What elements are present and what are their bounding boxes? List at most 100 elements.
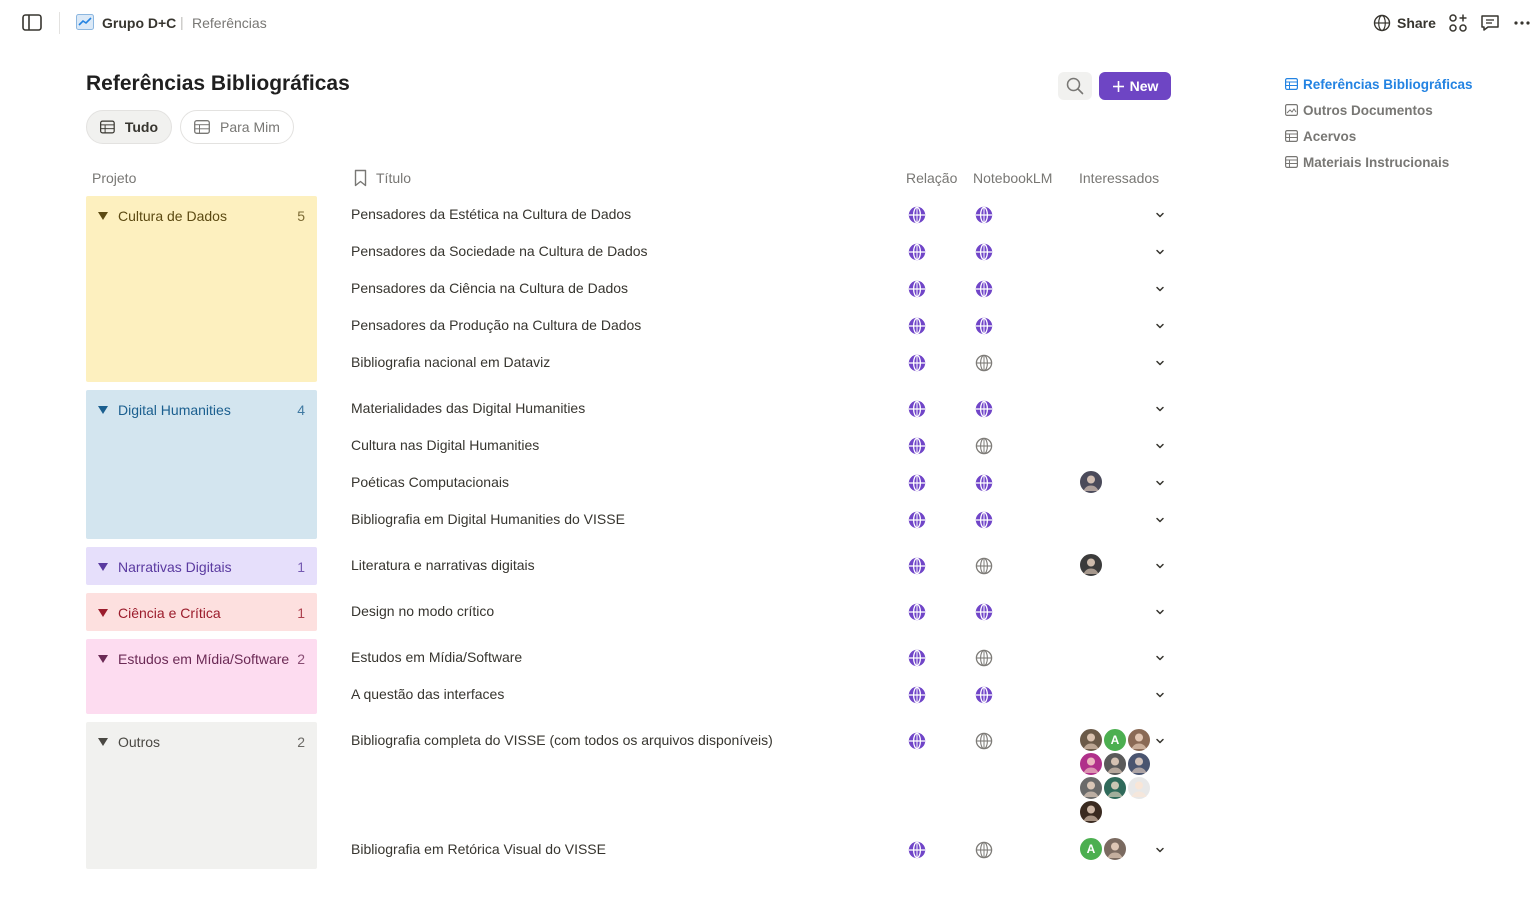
relation-globe-icon[interactable]	[908, 437, 926, 455]
relation-globe-icon[interactable]	[908, 317, 926, 335]
avatar[interactable]	[1079, 470, 1103, 494]
relation-globe-icon[interactable]	[908, 354, 926, 372]
row-title[interactable]: Poéticas Computacionais	[351, 474, 509, 490]
chevron-down-icon[interactable]	[1153, 282, 1167, 296]
row-title[interactable]: A questão das interfaces	[351, 686, 504, 702]
table-row[interactable]: Bibliografia completa do VISSE (com todo…	[351, 726, 1171, 824]
notebooklm-globe-icon[interactable]	[975, 603, 993, 621]
tab-para-mim[interactable]: Para Mim	[180, 110, 294, 144]
notebooklm-globe-icon[interactable]	[975, 732, 993, 750]
avatar[interactable]	[1079, 728, 1103, 752]
chevron-down-icon[interactable]	[1153, 476, 1167, 490]
relation-globe-icon[interactable]	[908, 686, 926, 704]
toc-item[interactable]: Materiais Instrucionais	[1285, 149, 1473, 175]
row-title[interactable]: Bibliografia em Digital Humanities do VI…	[351, 511, 625, 527]
chevron-down-icon[interactable]	[1153, 245, 1167, 259]
search-button[interactable]	[1058, 72, 1092, 100]
relation-globe-icon[interactable]	[908, 206, 926, 224]
chevron-down-icon[interactable]	[1153, 651, 1167, 665]
column-header-relacao[interactable]: Relação	[906, 170, 957, 186]
chevron-down-icon[interactable]	[1153, 356, 1167, 370]
avatar[interactable]	[1103, 776, 1127, 800]
toggle-triangle-icon[interactable]	[98, 738, 108, 746]
row-title[interactable]: Bibliografia nacional em Dataviz	[351, 354, 550, 370]
row-title[interactable]: Pensadores da Sociedade na Cultura de Da…	[351, 243, 648, 259]
relation-globe-icon[interactable]	[908, 841, 926, 859]
table-row[interactable]: Bibliografia nacional em Dataviz	[351, 348, 1171, 378]
table-row[interactable]: Pensadores da Sociedade na Cultura de Da…	[351, 237, 1171, 267]
group-header[interactable]: Estudos em Mídia/Software 2	[96, 651, 305, 667]
avatar[interactable]	[1127, 776, 1151, 800]
avatar[interactable]	[1079, 752, 1103, 776]
chevron-down-icon[interactable]	[1153, 688, 1167, 702]
row-title[interactable]: Bibliografia em Retórica Visual do VISSE	[351, 841, 606, 857]
notebooklm-globe-icon[interactable]	[975, 243, 993, 261]
avatar[interactable]	[1103, 752, 1127, 776]
tab-tudo[interactable]: Tudo	[86, 110, 172, 144]
relation-globe-icon[interactable]	[908, 400, 926, 418]
toc-item[interactable]: Referências Bibliográficas	[1285, 71, 1473, 97]
table-row[interactable]: Cultura nas Digital Humanities	[351, 431, 1171, 461]
table-row[interactable]: Pensadores da Produção na Cultura de Dad…	[351, 311, 1171, 341]
group-header[interactable]: Ciência e Crítica 1	[96, 605, 305, 621]
relation-globe-icon[interactable]	[908, 243, 926, 261]
relation-globe-icon[interactable]	[908, 280, 926, 298]
notebooklm-globe-icon[interactable]	[975, 474, 993, 492]
relation-globe-icon[interactable]	[908, 603, 926, 621]
relation-globe-icon[interactable]	[908, 649, 926, 667]
notebooklm-globe-icon[interactable]	[975, 686, 993, 704]
column-header-interessados[interactable]: Interessados	[1079, 170, 1159, 186]
group-header[interactable]: Digital Humanities 4	[96, 402, 305, 418]
notebooklm-globe-icon[interactable]	[975, 206, 993, 224]
share-button[interactable]: Share	[1373, 13, 1436, 33]
notebooklm-globe-icon[interactable]	[975, 649, 993, 667]
row-title[interactable]: Design no modo crítico	[351, 603, 494, 619]
chevron-down-icon[interactable]	[1153, 439, 1167, 453]
notebooklm-globe-icon[interactable]	[975, 557, 993, 575]
notebooklm-globe-icon[interactable]	[975, 511, 993, 529]
column-header-projeto[interactable]: Projeto	[92, 170, 136, 186]
notebooklm-globe-icon[interactable]	[975, 841, 993, 859]
apps-icon[interactable]	[1448, 13, 1468, 33]
notebooklm-globe-icon[interactable]	[975, 400, 993, 418]
chevron-down-icon[interactable]	[1153, 319, 1167, 333]
toc-item[interactable]: Acervos	[1285, 123, 1473, 149]
chevron-down-icon[interactable]	[1153, 559, 1167, 573]
more-icon[interactable]	[1512, 13, 1532, 33]
row-title[interactable]: Pensadores da Estética na Cultura de Dad…	[351, 206, 631, 222]
table-row[interactable]: Bibliografia em Digital Humanities do VI…	[351, 505, 1171, 535]
sidebar-toggle-icon[interactable]	[22, 14, 42, 31]
table-row[interactable]: Materialidades das Digital Humanities	[351, 394, 1171, 424]
chevron-down-icon[interactable]	[1153, 843, 1167, 857]
toggle-triangle-icon[interactable]	[98, 406, 108, 414]
chevron-down-icon[interactable]	[1153, 734, 1167, 748]
chevron-down-icon[interactable]	[1153, 513, 1167, 527]
row-title[interactable]: Materialidades das Digital Humanities	[351, 400, 585, 416]
chevron-down-icon[interactable]	[1153, 402, 1167, 416]
toggle-triangle-icon[interactable]	[98, 609, 108, 617]
table-row[interactable]: Pensadores da Estética na Cultura de Dad…	[351, 200, 1171, 230]
table-row[interactable]: Bibliografia em Retórica Visual do VISSE…	[351, 835, 1171, 865]
column-header-titulo[interactable]: Título	[376, 170, 411, 186]
group-header[interactable]: Cultura de Dados 5	[96, 208, 305, 224]
avatar[interactable]	[1127, 728, 1151, 752]
toggle-triangle-icon[interactable]	[98, 655, 108, 663]
column-header-notebooklm[interactable]: NotebookLM	[973, 170, 1052, 186]
toc-item[interactable]: Outros Documentos	[1285, 97, 1473, 123]
avatar[interactable]	[1079, 553, 1103, 577]
notebooklm-globe-icon[interactable]	[975, 280, 993, 298]
relation-globe-icon[interactable]	[908, 511, 926, 529]
relation-globe-icon[interactable]	[908, 557, 926, 575]
chevron-down-icon[interactable]	[1153, 208, 1167, 222]
relation-globe-icon[interactable]	[908, 732, 926, 750]
table-row[interactable]: Design no modo crítico	[351, 597, 1171, 627]
notebooklm-globe-icon[interactable]	[975, 437, 993, 455]
group-header[interactable]: Narrativas Digitais 1	[96, 559, 305, 575]
avatar[interactable]	[1079, 800, 1103, 824]
row-title[interactable]: Estudos em Mídia/Software	[351, 649, 522, 665]
new-button[interactable]: New	[1099, 72, 1171, 100]
avatar[interactable]: A	[1079, 837, 1103, 861]
notebooklm-globe-icon[interactable]	[975, 354, 993, 372]
toggle-triangle-icon[interactable]	[98, 212, 108, 220]
avatar[interactable]	[1079, 776, 1103, 800]
